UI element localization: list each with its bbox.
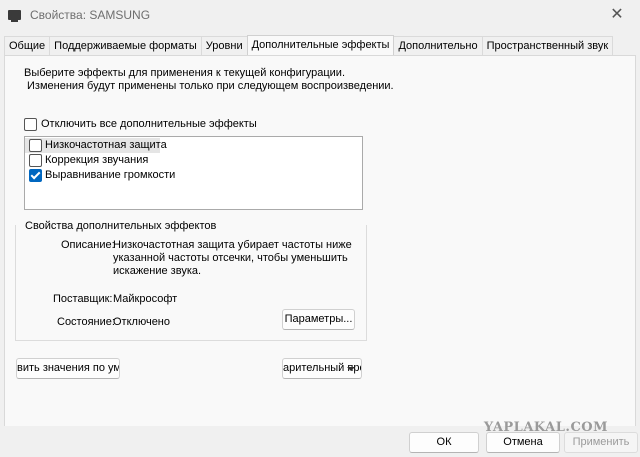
watermark-text: YAPLAKAL.COM <box>483 420 608 435</box>
dropdown-arrow-icon <box>347 367 355 371</box>
preview-button[interactable]: арительный про <box>282 358 362 379</box>
title-bar: Свойства: SAMSUNG ✕ <box>0 0 640 32</box>
instruction-text-2: Изменения будут применены только при сле… <box>27 80 394 92</box>
instruction-text-1: Выберите эффекты для применения к текуще… <box>24 67 346 79</box>
enhancements-list[interactable]: Низкочастотная защита Коррекция звучания… <box>24 136 363 210</box>
disable-all-checkbox[interactable] <box>24 118 37 131</box>
close-icon: ✕ <box>610 6 624 23</box>
list-item-label: Выравнивание громкости <box>45 169 176 181</box>
list-item-loudness-equalization[interactable]: Выравнивание громкости <box>25 168 225 183</box>
description-text-1: Низкочастотная защита убирает частоты ни… <box>113 239 352 251</box>
disable-all-label: Отключить все дополнительные эффекты <box>41 118 257 130</box>
cancel-button[interactable]: Отмена <box>486 432 560 453</box>
list-item-label: Коррекция звучания <box>45 154 149 166</box>
restore-defaults-button[interactable]: вить значения по ум <box>16 358 120 379</box>
tab-levels[interactable]: Уровни <box>200 36 248 55</box>
list-item-bass-management[interactable]: Низкочастотная защита <box>25 138 167 153</box>
settings-button[interactable]: Параметры... <box>282 309 355 330</box>
description-text-3: искажение звука. <box>113 265 202 277</box>
close-button[interactable]: ✕ <box>594 0 640 32</box>
tab-enhancements[interactable]: Дополнительные эффекты <box>246 35 395 55</box>
window-title: Свойства: SAMSUNG <box>30 8 151 22</box>
tab-general[interactable]: Общие <box>4 36 51 55</box>
tab-spatial-sound[interactable]: Пространственный звук <box>481 36 614 55</box>
status-value: Отключено <box>113 316 170 328</box>
loudness-equalization-checkbox[interactable] <box>29 169 42 182</box>
bass-management-checkbox[interactable] <box>29 139 42 152</box>
properties-group-title: Свойства дополнительных эффектов <box>23 220 219 232</box>
list-item-room-correction[interactable]: Коррекция звучания <box>25 153 225 168</box>
tab-advanced[interactable]: Дополнительно <box>393 36 483 55</box>
speaker-device-icon <box>8 10 21 22</box>
provider-value: Майкрософт <box>113 293 178 305</box>
list-item-label: Низкочастотная защита <box>45 139 167 151</box>
apply-button[interactable]: Применить <box>564 432 638 453</box>
enhancements-panel: Выберите эффекты для применения к текуще… <box>4 55 636 428</box>
tab-strip: Общие Поддерживаемые форматы Уровни Дополни… <box>4 35 614 55</box>
description-text-2: указанной частоты отсечки, чтобы уменьши… <box>113 252 348 264</box>
status-label: Состояние: <box>57 316 115 328</box>
tab-supported-formats[interactable]: Поддерживаемые форматы <box>49 36 202 55</box>
description-label: Описание: <box>61 239 115 251</box>
provider-label: Поставщик: <box>53 293 113 305</box>
ok-button[interactable]: ОК <box>409 432 479 453</box>
room-correction-checkbox[interactable] <box>29 154 42 167</box>
